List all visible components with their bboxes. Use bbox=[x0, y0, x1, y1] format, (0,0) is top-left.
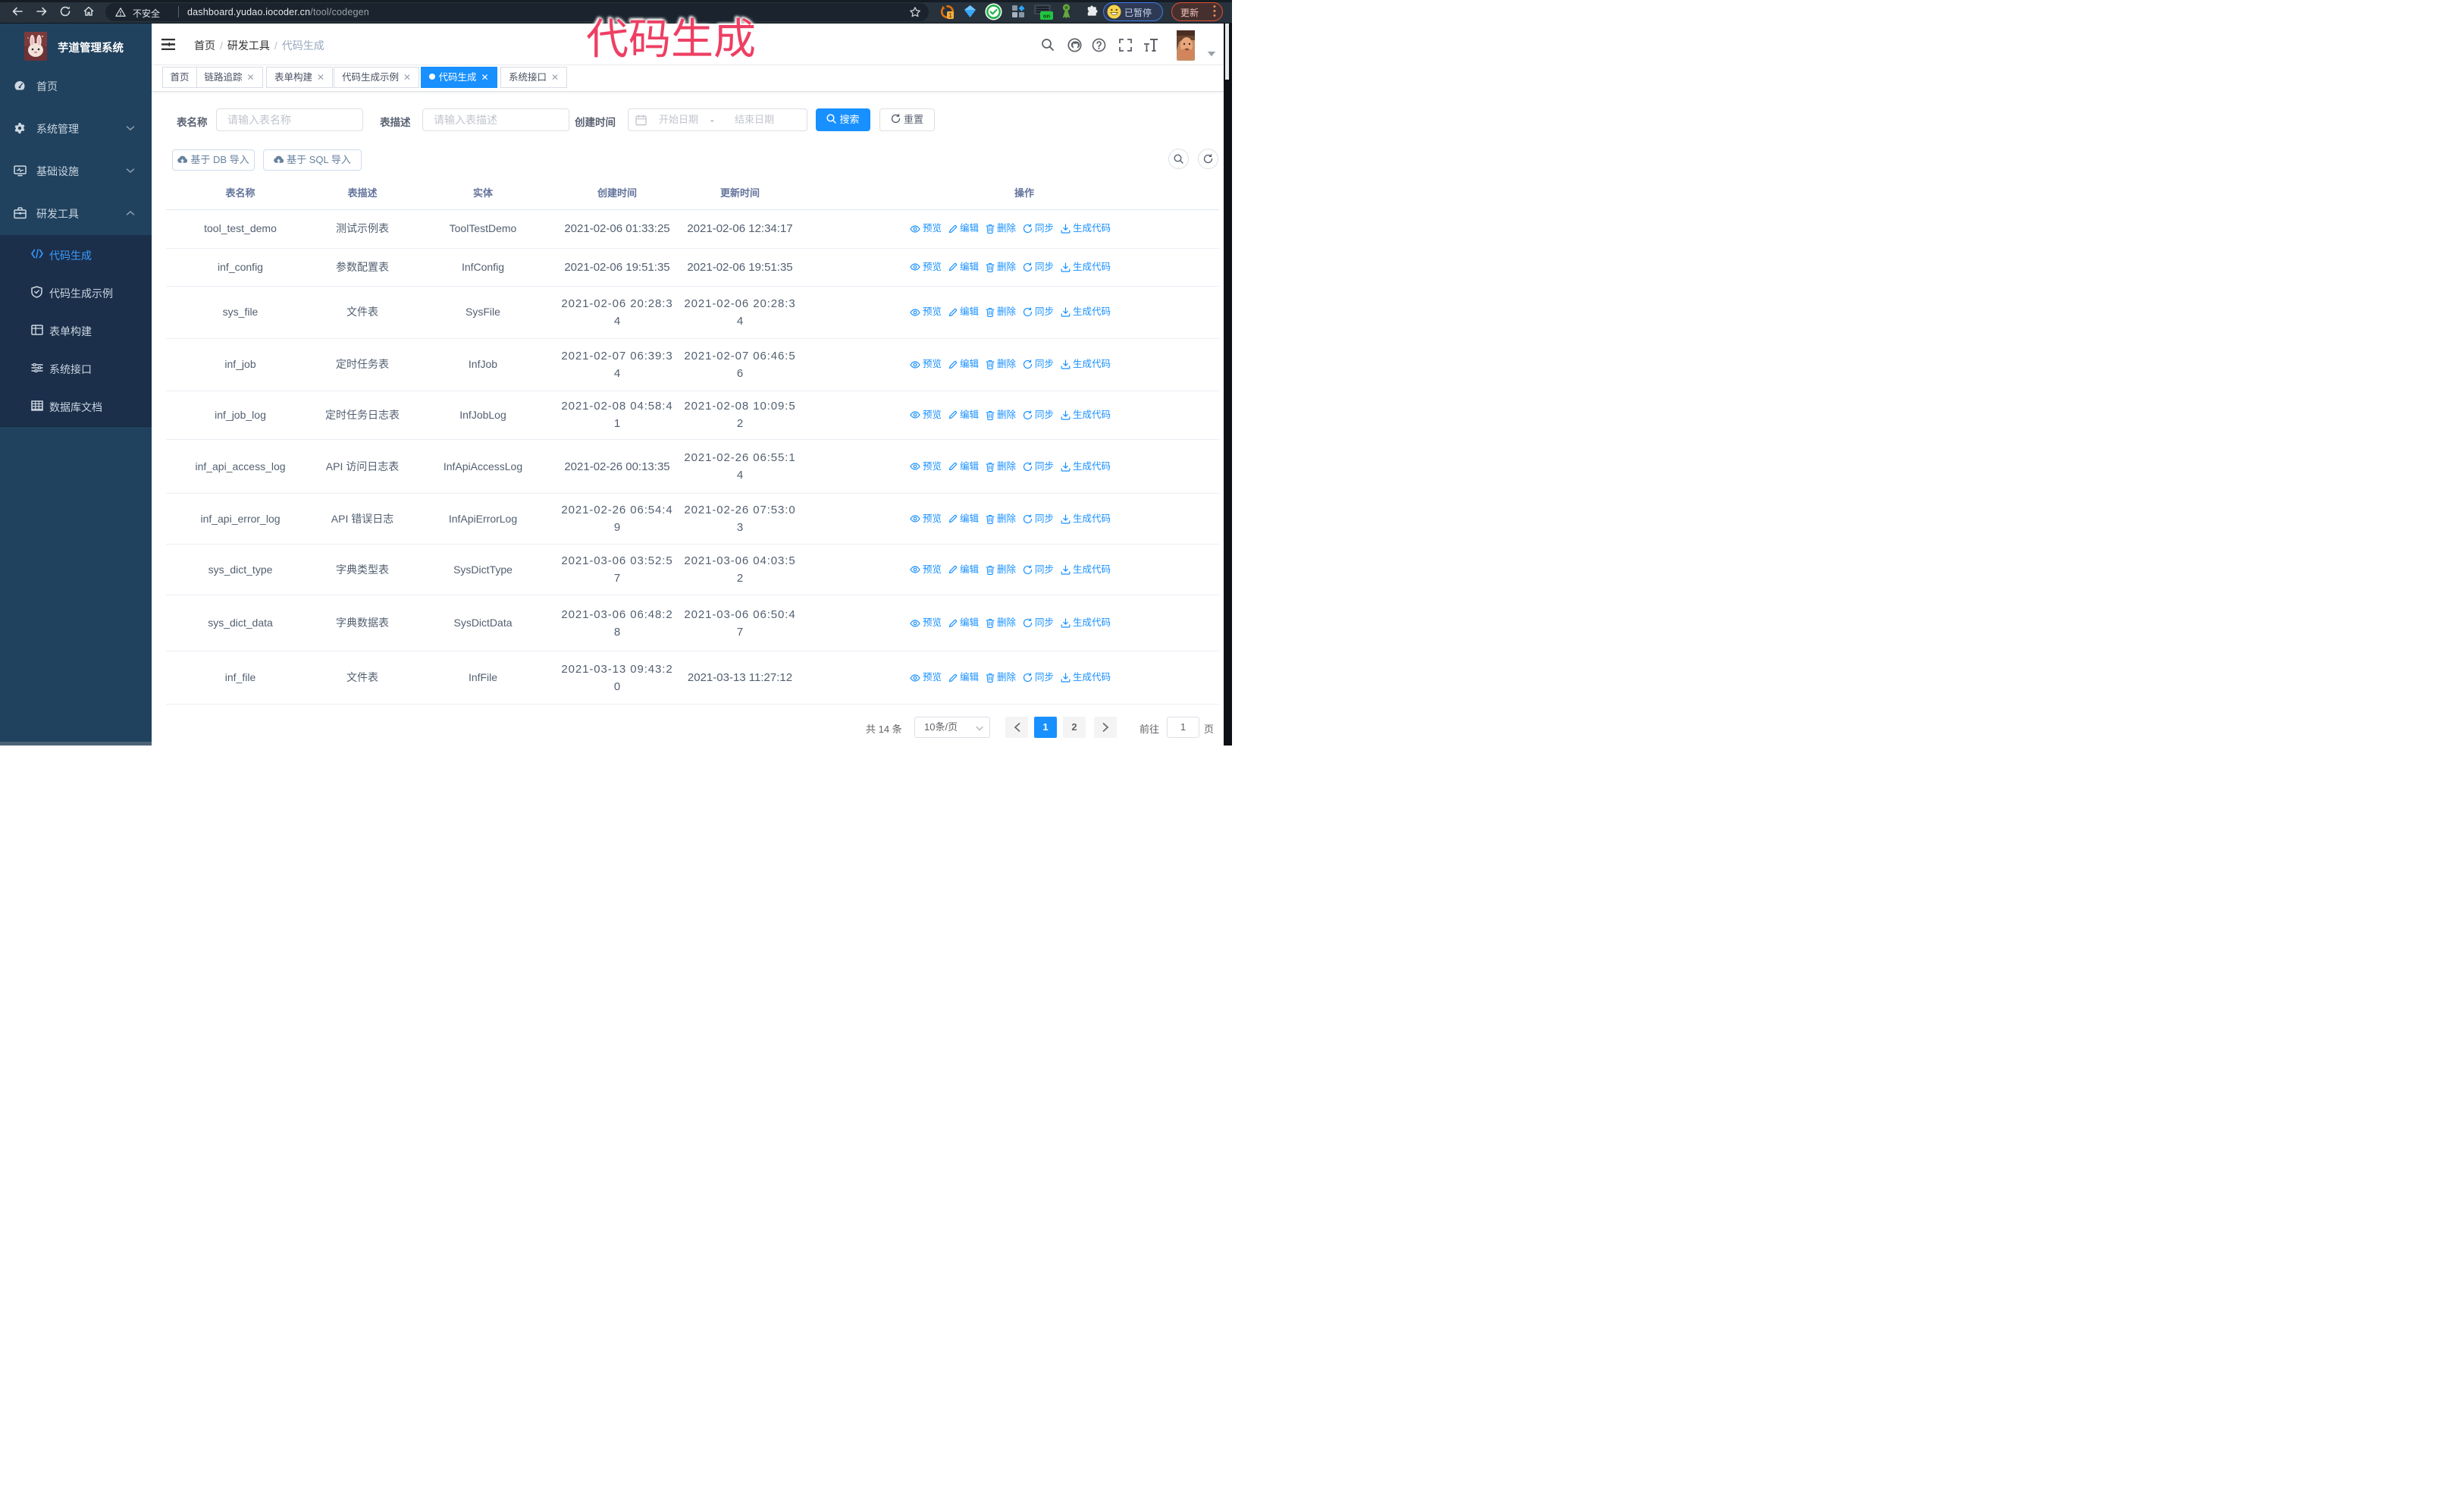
svg-text:on: on bbox=[1043, 13, 1051, 20]
svg-text:1: 1 bbox=[948, 12, 952, 19]
